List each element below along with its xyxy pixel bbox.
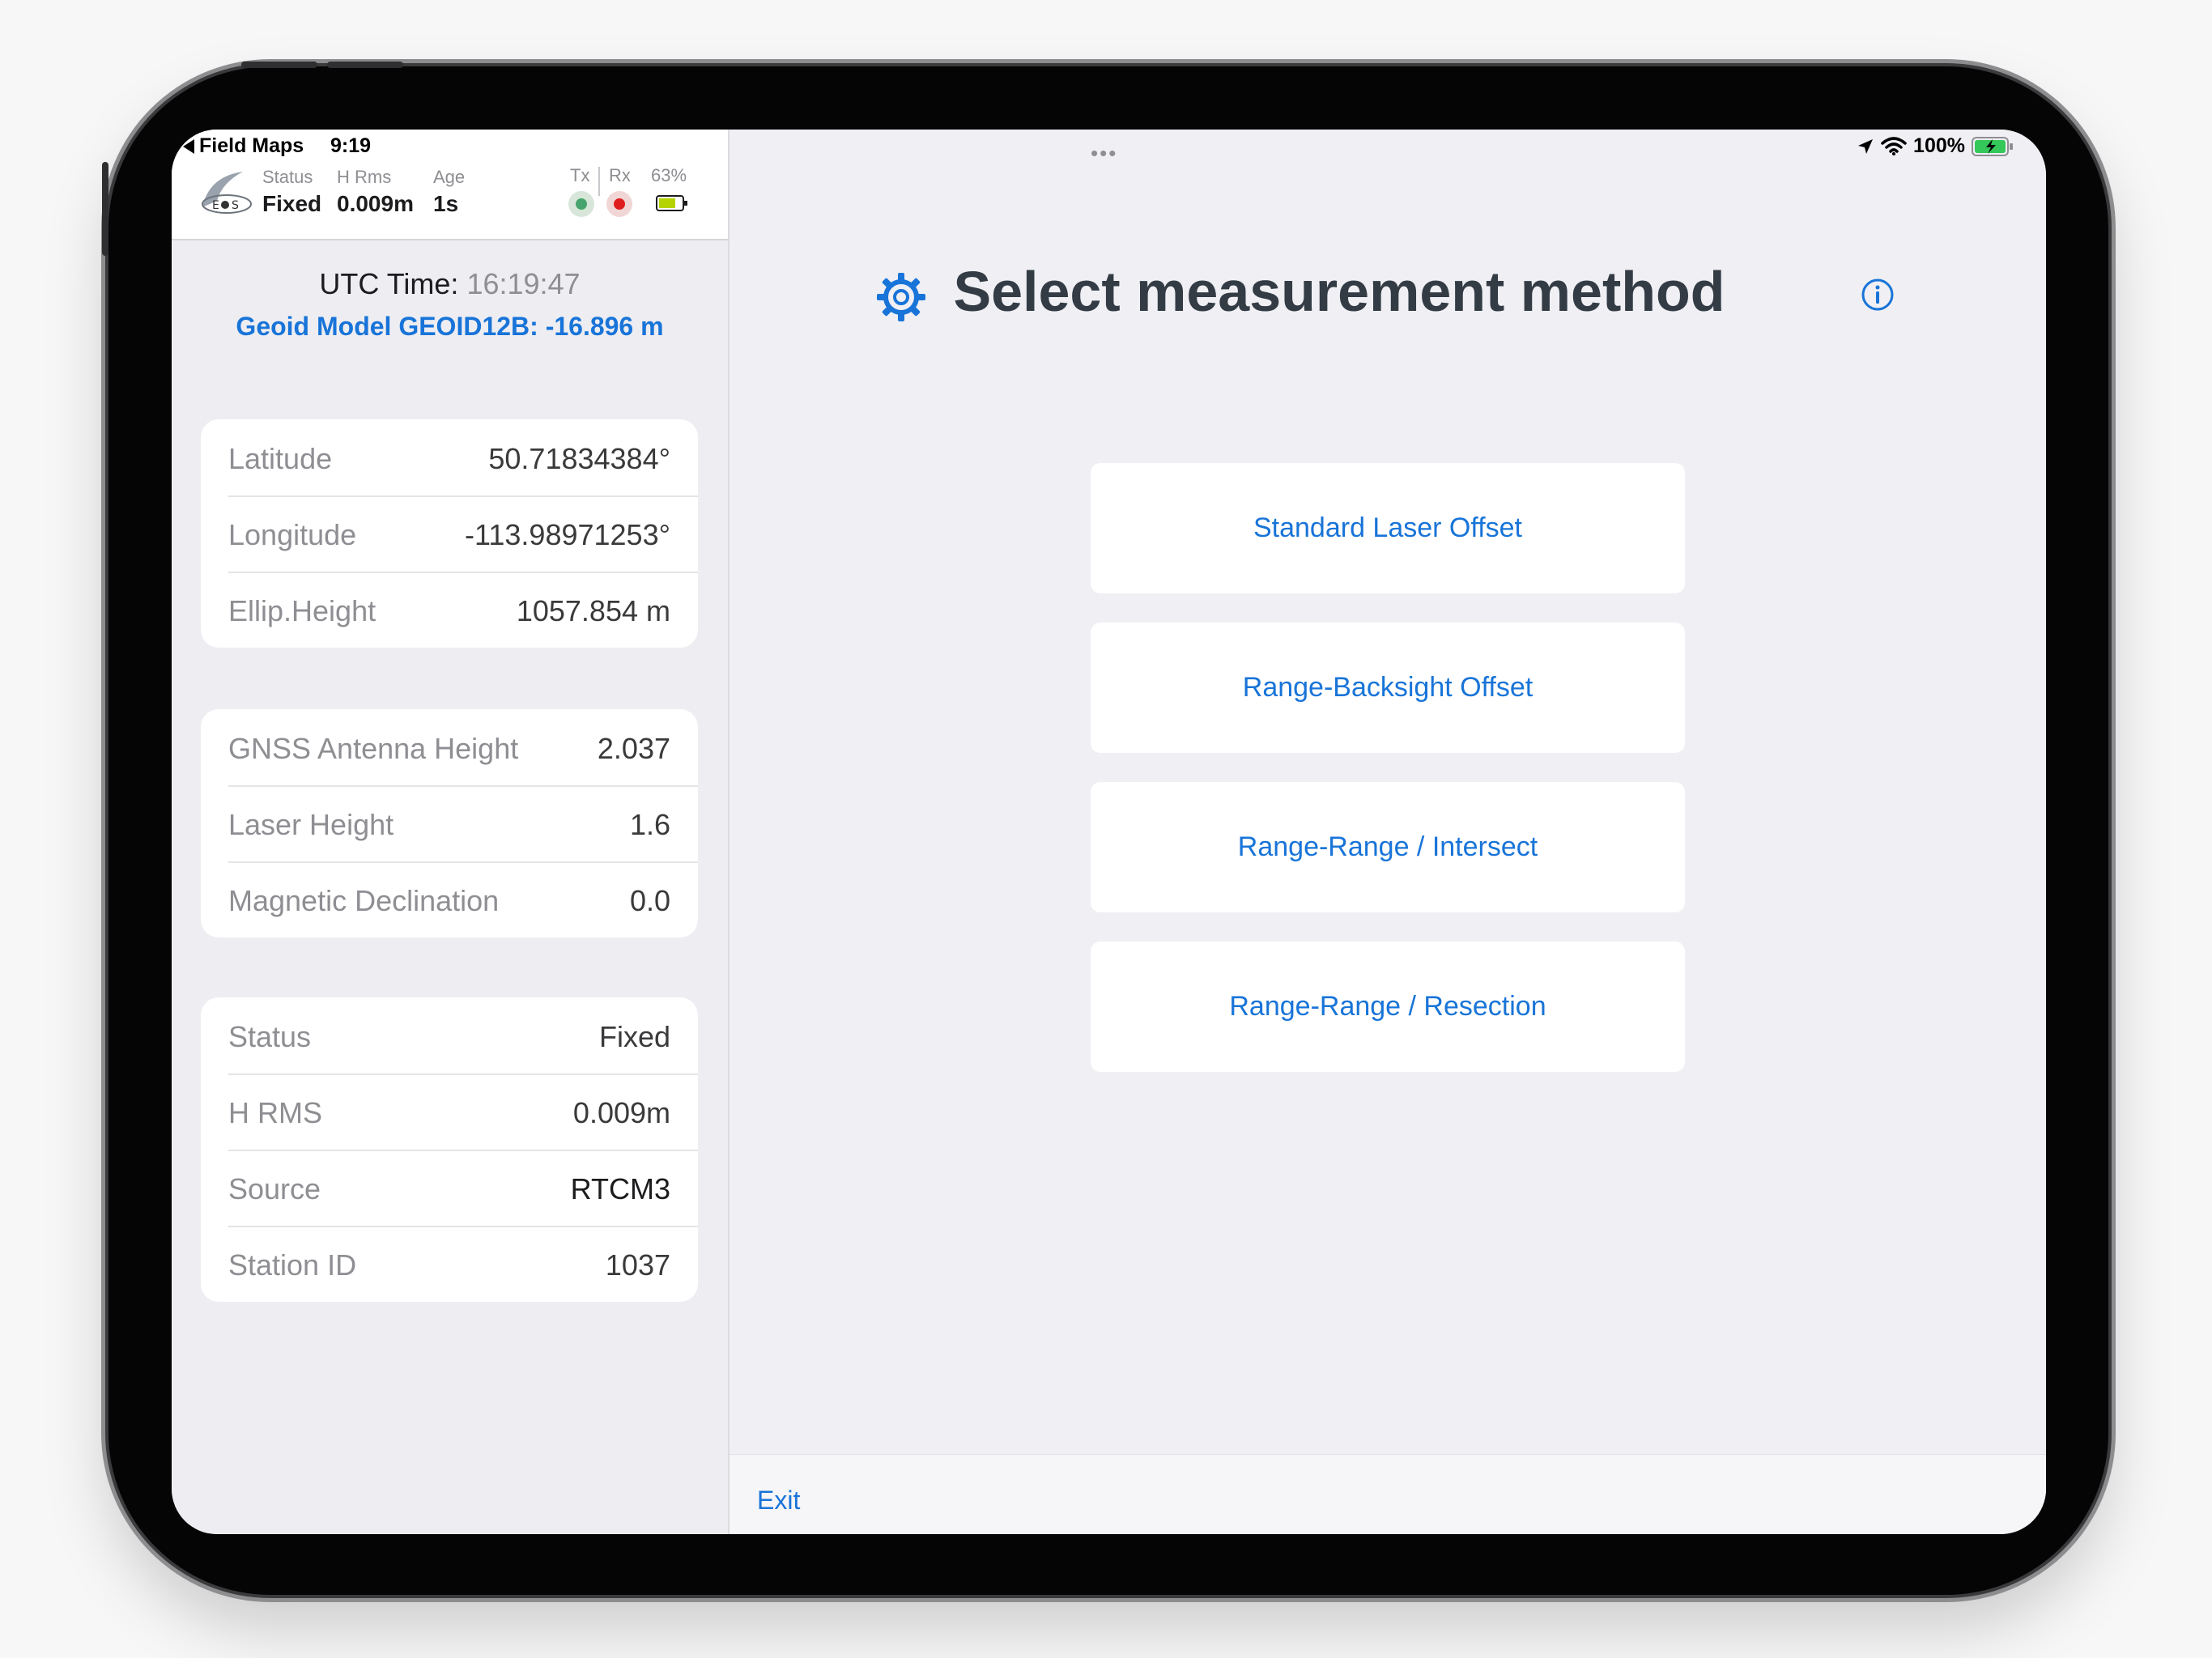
row-key: Laser Height — [228, 808, 394, 841]
row-key: H RMS — [228, 1096, 322, 1129]
table-row[interactable]: GNSS Antenna Height 2.037 — [201, 709, 698, 785]
utc-time: UTC Time: 16:19:47 — [172, 267, 728, 301]
row-value: 50.71834384° — [488, 442, 670, 475]
table-row: Source RTCM3 — [201, 1150, 698, 1226]
battery-charging-icon — [1972, 136, 2013, 156]
system-status: 100% — [1857, 134, 2014, 158]
back-app-label: Field Maps — [199, 134, 304, 157]
row-key: Longitude — [228, 518, 357, 551]
row-value: 1057.854 m — [516, 594, 670, 627]
status-label: Status — [262, 167, 313, 187]
height-settings-card: GNSS Antenna Height 2.037 Laser Height 1… — [201, 709, 698, 937]
row-value: RTCM3 — [570, 1172, 670, 1205]
age-value: 1s — [433, 191, 459, 216]
svg-text:E: E — [212, 199, 219, 212]
location-arrow-icon — [1858, 138, 1874, 154]
row-value: 0.0 — [629, 884, 670, 917]
measurement-panel: ••• 100% Select measurement method Stand… — [730, 130, 2046, 1534]
table-row: Status Fixed — [201, 997, 698, 1073]
row-key: Latitude — [228, 442, 333, 475]
table-row[interactable]: Magnetic Declination 0.0 — [201, 861, 698, 937]
row-value: 1037 — [605, 1248, 670, 1282]
row-value: -113.98971253° — [465, 518, 670, 551]
power-button — [102, 162, 108, 256]
volume-button-1 — [241, 62, 317, 68]
screen: Field Maps 9:19 E S Status Fixed H Rms 0… — [172, 130, 2046, 1534]
table-row: Ellip.Height 1057.854 m — [201, 572, 698, 648]
receiver-battery-label: 63% — [651, 165, 687, 185]
receiver-status-header: Field Maps 9:19 E S Status Fixed H Rms 0… — [172, 130, 728, 240]
volume-button-2 — [327, 62, 403, 68]
geoid-model: Geoid Model GEOID12B: -16.896 m — [236, 312, 664, 341]
tx-led-icon — [568, 191, 594, 217]
range-range-resection-button[interactable]: Range-Range / Resection — [1091, 942, 1685, 1072]
row-key: Source — [228, 1172, 321, 1205]
back-arrow-icon — [183, 138, 194, 154]
tx-label: Tx — [570, 165, 590, 185]
receiver-info-card: Status Fixed H RMS 0.009m Source RTCM3 S… — [201, 997, 698, 1302]
bottom-toolbar: Exit — [730, 1454, 2046, 1534]
row-key: Station ID — [228, 1248, 357, 1282]
hrms-value: 0.009m — [337, 191, 414, 216]
wifi-icon — [1881, 136, 1907, 155]
rx-led-icon — [606, 191, 632, 217]
row-key: GNSS Antenna Height — [228, 732, 519, 765]
table-row: Station ID 1037 — [201, 1226, 698, 1302]
battery-icon — [656, 195, 687, 211]
row-value: 2.037 — [597, 732, 670, 765]
age-label: Age — [433, 167, 466, 187]
gnss-status-panel: Field Maps 9:19 E S Status Fixed H Rms 0… — [172, 130, 730, 1534]
position-card: Latitude 50.71834384° Longitude -113.989… — [201, 419, 698, 648]
range-backsight-offset-button[interactable]: Range-Backsight Offset — [1091, 623, 1685, 753]
table-row: Longitude -113.98971253° — [201, 495, 698, 572]
info-icon[interactable] — [1860, 277, 1895, 312]
row-value: 0.009m — [572, 1096, 670, 1129]
page-title: Select measurement method — [730, 259, 2046, 324]
svg-text:S: S — [232, 199, 239, 212]
utc-label: UTC Time: — [319, 267, 459, 300]
row-key: Ellip.Height — [228, 594, 376, 627]
eos-logo-icon: E S — [202, 172, 252, 214]
clock: 9:19 — [330, 134, 372, 157]
status-value: Fixed — [262, 191, 322, 216]
row-value: 1.6 — [629, 808, 670, 841]
hrms-label: H Rms — [337, 167, 392, 187]
multitasking-dots[interactable]: ••• — [1091, 141, 1117, 166]
row-value: Fixed — [598, 1020, 670, 1053]
range-range-intersect-button[interactable]: Range-Range / Intersect — [1091, 782, 1685, 912]
table-row: H RMS 0.009m — [201, 1073, 698, 1150]
utc-value: 16:19:47 — [466, 267, 581, 300]
battery-percent: 100% — [1913, 134, 1965, 157]
page-title-text: Select measurement method — [953, 260, 1725, 323]
row-key: Status — [228, 1020, 312, 1053]
row-key: Magnetic Declination — [228, 884, 500, 917]
table-row[interactable]: Laser Height 1.6 — [201, 785, 698, 861]
back-to-app-link[interactable]: Field Maps — [183, 134, 304, 158]
table-row: Latitude 50.71834384° — [201, 419, 698, 495]
tx-rx-divider — [598, 167, 600, 196]
rx-label: Rx — [609, 165, 631, 185]
exit-button[interactable]: Exit — [757, 1486, 800, 1516]
standard-laser-offset-button[interactable]: Standard Laser Offset — [1091, 463, 1685, 593]
